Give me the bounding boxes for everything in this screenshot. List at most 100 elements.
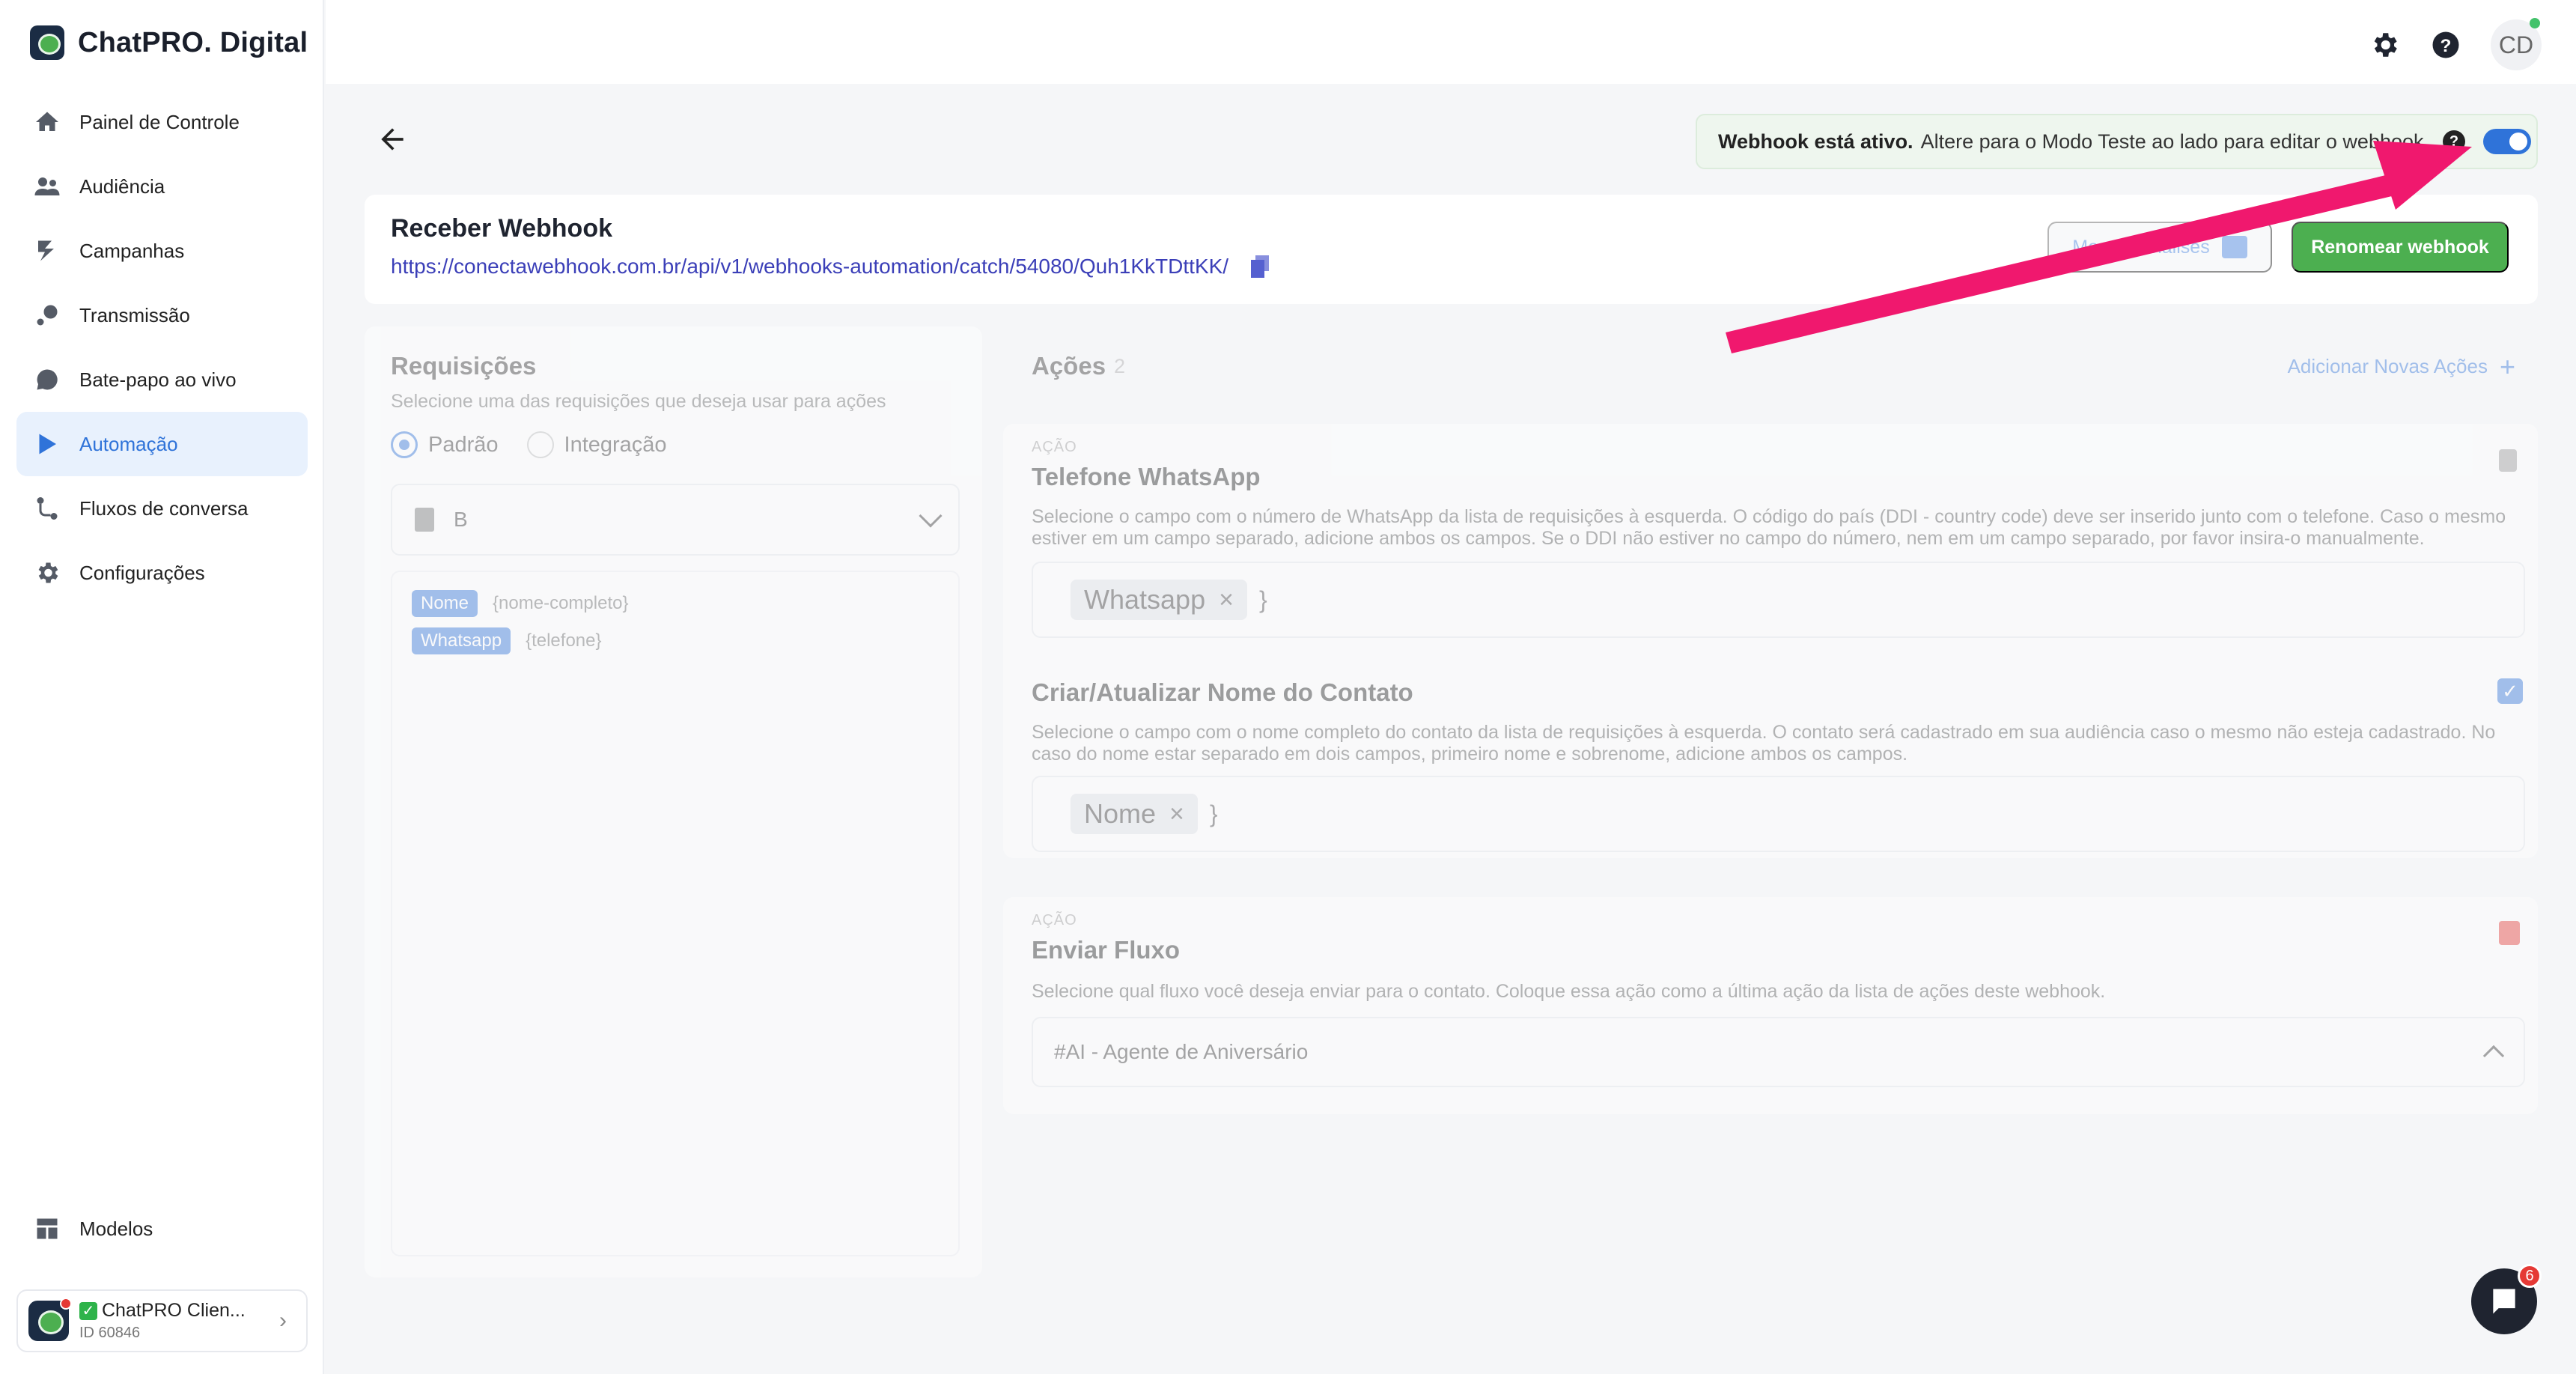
chat-icon xyxy=(33,365,61,394)
user-initials: CD xyxy=(2498,31,2534,58)
account-name: ✓ ChatPRO Clien... xyxy=(79,1300,246,1322)
close-icon[interactable]: × xyxy=(1219,586,1234,615)
action-card-contact: AÇÃO Telefone WhatsApp Selecione o campo… xyxy=(1003,424,2538,858)
phone-description: Selecione o campo com o número de WhatsA… xyxy=(1032,506,2506,549)
chevron-down-icon xyxy=(919,504,943,528)
flow-select-value: #AI - Agente de Aniversário xyxy=(1054,1040,1309,1063)
sidebar-item-audiencia[interactable]: Audiência xyxy=(16,154,308,219)
status-text: Altere para o Modo Teste ao lado para ed… xyxy=(1920,130,2430,153)
online-indicator xyxy=(2530,18,2540,28)
webhook-card: Receber Webhook https://conectawebhook.c… xyxy=(365,195,2538,304)
radio-integration[interactable] xyxy=(526,431,554,458)
action-label: AÇÃO xyxy=(1032,912,1077,928)
broadcast-icon xyxy=(33,301,61,329)
account-info: ✓ ChatPRO Clien... ID 60846 xyxy=(79,1300,246,1342)
brand-name: ChatPRO. Digital xyxy=(78,26,308,58)
requests-title: Requisições xyxy=(391,352,537,380)
user-avatar[interactable]: CD xyxy=(2491,18,2542,70)
sidebar-item-configuracoes[interactable]: Configurações xyxy=(16,541,308,605)
actions-panel: Ações 2 Adicionar Novas Ações + AÇÃO Tel… xyxy=(1003,326,2538,1114)
brand[interactable]: ChatPRO. Digital xyxy=(30,25,308,60)
actions-count: 2 xyxy=(1114,355,1126,377)
automation-icon xyxy=(33,430,61,458)
account-id: ID 60846 xyxy=(79,1325,141,1341)
field-tag: Nome xyxy=(412,590,478,617)
trash-icon[interactable] xyxy=(2499,921,2520,945)
sidebar: ChatPRO. Digital Painel de Controle Audi… xyxy=(0,0,324,1374)
action-card-flow: AÇÃO Enviar Fluxo Selecione qual fluxo v… xyxy=(1003,897,2538,1114)
request-fields-list: Nome {nome-completo} Whatsapp {telefone} xyxy=(391,571,960,1256)
requests-panel: Requisições Selecione uma das requisiçõe… xyxy=(365,326,982,1277)
topbar-actions: ? CD xyxy=(2368,18,2542,70)
plus-icon: + xyxy=(2499,350,2515,382)
action-label: AÇÃO xyxy=(1032,439,1077,455)
sidebar-item-painel[interactable]: Painel de Controle xyxy=(16,90,308,154)
chevron-up-icon xyxy=(2482,1045,2505,1067)
add-actions-button[interactable]: Adicionar Novas Ações + xyxy=(2287,350,2515,382)
support-chat-button[interactable]: 6 xyxy=(2471,1264,2542,1334)
sidebar-item-campanhas[interactable]: Campanhas xyxy=(16,219,308,283)
requests-subtitle: Selecione uma das requisições que deseja… xyxy=(391,391,886,412)
notification-dot xyxy=(60,1298,72,1310)
check-icon: ✓ xyxy=(79,1301,97,1320)
sidebar-item-label: Audiência xyxy=(79,174,165,198)
copy-icon[interactable] xyxy=(1246,253,1273,280)
list-item[interactable]: Whatsapp {telefone} xyxy=(412,627,939,654)
name-checkbox[interactable]: ✓ xyxy=(2497,678,2523,704)
status-help-icon[interactable]: ? xyxy=(2443,130,2466,153)
sidebar-item-automacao[interactable]: Automação xyxy=(16,412,308,476)
sidebar-item-fluxos[interactable]: Fluxos de conversa xyxy=(16,476,308,541)
home-icon xyxy=(33,108,61,136)
request-type-radios: Padrão Integração xyxy=(391,431,685,458)
account-name-text: ChatPRO Clien... xyxy=(102,1300,246,1321)
flow-select[interactable]: #AI - Agente de Aniversário xyxy=(1032,1017,2525,1087)
flow-title: Enviar Fluxo xyxy=(1032,936,1181,964)
sidebar-item-label: Modelos xyxy=(79,1217,153,1240)
flow-description: Selecione qual fluxo você deseja enviar … xyxy=(1032,981,2106,1002)
sidebar-item-label: Bate-papo ao vivo xyxy=(79,368,237,391)
brace: } xyxy=(1209,800,1218,827)
webhook-url[interactable]: https://conectawebhook.com.br/api/v1/web… xyxy=(391,255,1228,279)
account-avatar xyxy=(28,1298,72,1341)
campaign-icon xyxy=(33,237,61,265)
help-icon[interactable]: ? xyxy=(2429,28,2462,61)
sidebar-item-transmissao[interactable]: Transmissão xyxy=(16,283,308,347)
show-analysis-label: Mostrar análises xyxy=(2072,236,2210,258)
topbar: ? CD xyxy=(326,0,2576,84)
flow-icon xyxy=(33,494,61,523)
show-analysis-button[interactable]: Mostrar análises xyxy=(2047,222,2272,273)
brace: } xyxy=(1258,586,1267,613)
radio-integration-label: Integração xyxy=(564,432,667,457)
chip-label: Nome xyxy=(1084,798,1157,829)
phone-field-input[interactable]: Whatsapp × } xyxy=(1032,562,2525,638)
field-chip: Nome × xyxy=(1071,794,1198,834)
document-icon xyxy=(415,508,434,532)
field-key: {nome-completo} xyxy=(493,593,629,613)
radio-default[interactable] xyxy=(391,431,418,458)
chat-badge: 6 xyxy=(2518,1264,2542,1288)
name-field-input[interactable]: Nome × } xyxy=(1032,776,2525,852)
phone-title: Telefone WhatsApp xyxy=(1032,463,1261,490)
sidebar-nav: Painel de Controle Audiência Campanhas T… xyxy=(16,90,308,605)
sidebar-item-label: Painel de Controle xyxy=(79,110,240,133)
templates-icon xyxy=(33,1215,61,1243)
request-select-value: B xyxy=(454,508,468,531)
sidebar-item-label: Configurações xyxy=(79,561,205,584)
back-arrow-icon[interactable] xyxy=(376,123,409,156)
sidebar-item-modelos[interactable]: Modelos xyxy=(16,1197,308,1261)
test-mode-toggle[interactable] xyxy=(2483,129,2532,154)
field-key: {telefone} xyxy=(526,630,602,651)
chart-icon xyxy=(2221,236,2247,258)
list-item[interactable]: Nome {nome-completo} xyxy=(412,590,939,617)
account-switcher[interactable]: ✓ ChatPRO Clien... ID 60846 › xyxy=(16,1289,308,1352)
settings-gear-icon[interactable] xyxy=(2368,28,2401,61)
rename-webhook-button[interactable]: Renomear webhook xyxy=(2292,222,2509,273)
sidebar-item-label: Transmissão xyxy=(79,303,190,326)
sidebar-item-label: Campanhas xyxy=(79,239,185,262)
webhook-title: Receber Webhook xyxy=(391,214,613,243)
field-chip: Whatsapp × xyxy=(1071,580,1247,620)
sidebar-item-bate-papo[interactable]: Bate-papo ao vivo xyxy=(16,347,308,412)
request-select[interactable]: B xyxy=(391,484,960,556)
add-actions-label: Adicionar Novas Ações xyxy=(2287,355,2488,377)
close-icon[interactable]: × xyxy=(1169,800,1184,829)
